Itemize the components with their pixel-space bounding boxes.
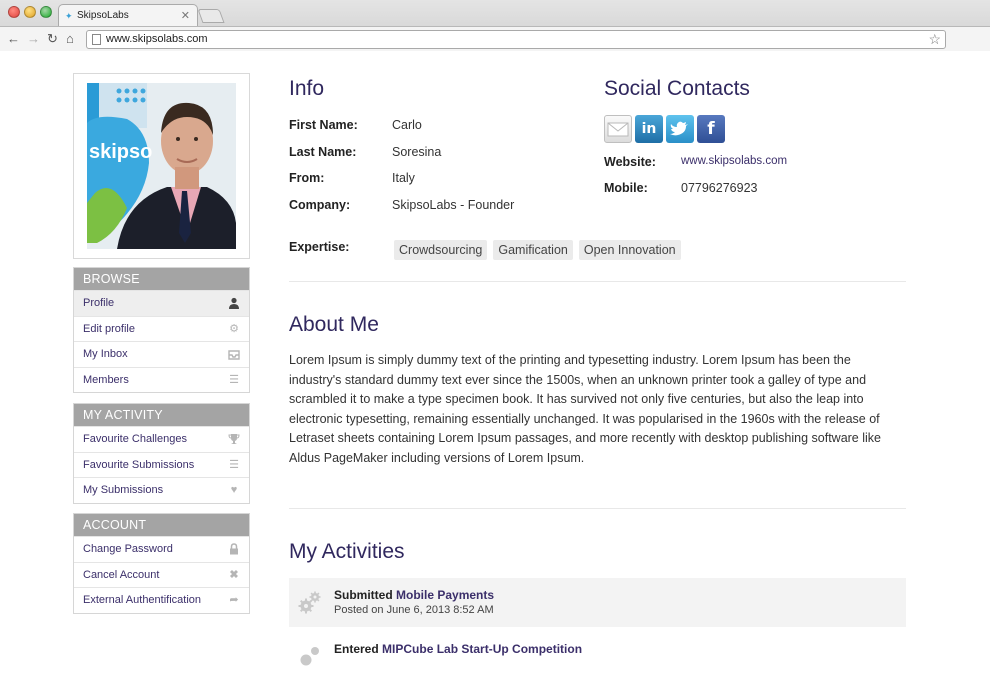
sidebar-item-cancel-account[interactable]: Cancel Account ✖ [74, 561, 249, 588]
browser-toolbar: ← → ↻ ⌂ www.skipsolabs.com ☆ [0, 26, 990, 51]
sidebar-item-inbox[interactable]: My Inbox [74, 341, 249, 367]
sidebar-item-external-authentification[interactable]: External Authentification ➦ [74, 587, 249, 613]
heart-icon: ♥ [230, 484, 238, 496]
list-icon: ☰ [229, 373, 239, 386]
lock-icon [228, 543, 240, 555]
company-label: Company: [289, 198, 351, 212]
sidebar-item-label: Edit profile [83, 322, 135, 335]
arrow-icon: ➦ [229, 594, 239, 606]
info-heading: Info [289, 77, 325, 100]
expertise-label: Expertise: [289, 240, 350, 254]
section-divider [289, 281, 906, 282]
section-divider [289, 508, 906, 509]
favicon-icon: ✦ [65, 11, 73, 21]
sidebar-item-label: External Authentification [83, 594, 202, 606]
sidebar-item-favourite-challenges[interactable]: Favourite Challenges [74, 426, 249, 452]
activity-item[interactable]: Submitted Mobile Payments Posted on June… [289, 578, 906, 627]
social-icons: in f [604, 115, 725, 143]
sidebar-heading: BROWSE [74, 268, 249, 290]
linkedin-icon[interactable]: in [635, 115, 663, 143]
first-name-value: Carlo [392, 118, 422, 132]
bookmark-star-icon[interactable]: ☆ [928, 31, 941, 48]
sidebar-item-edit-profile[interactable]: Edit profile ⚙ [74, 315, 249, 342]
photo-banner-text: skipso [89, 141, 152, 163]
browser-tab[interactable]: ✦ SkipsoLabs ✕ [58, 4, 198, 26]
window-controls [8, 6, 52, 18]
sidebar-item-label: Profile [83, 297, 115, 309]
back-arrow-icon[interactable]: ← [7, 31, 20, 47]
forward-arrow-icon[interactable]: → [27, 31, 40, 47]
profile-page: skipso BROWSE Profile Edit profile ⚙ My … [0, 52, 990, 681]
trophy-icon [228, 433, 240, 445]
last-name-label: Last Name: [289, 145, 357, 159]
activity-verb: Submitted [334, 588, 393, 602]
activity-verb: Entered [334, 642, 379, 656]
sidebar-item-label: Favourite Challenges [83, 433, 187, 445]
activity-title: Entered MIPCube Lab Start-Up Competition [334, 642, 582, 656]
expertise-tag[interactable]: Gamification [493, 240, 573, 260]
user-icon [228, 297, 240, 309]
gears-icon [298, 591, 321, 614]
mobile-label: Mobile: [604, 181, 648, 195]
twitter-icon[interactable] [666, 115, 694, 143]
sidebar-item-profile[interactable]: Profile [74, 290, 249, 316]
activity-title: Submitted Mobile Payments [334, 588, 494, 602]
gear-icon: ⚙ [229, 322, 239, 335]
list-icon: ☰ [229, 458, 239, 471]
about-me-text: Lorem Ipsum is simply dummy text of the … [289, 353, 881, 465]
sidebar-item-my-submissions[interactable]: My Submissions ♥ [74, 477, 249, 503]
social-contacts-heading: Social Contacts [604, 77, 750, 100]
sidebar-item-label: Cancel Account [83, 568, 160, 581]
home-icon[interactable]: ⌂ [66, 31, 74, 47]
website-label: Website: [604, 155, 656, 169]
company-value: SkipsoLabs - Founder [392, 198, 515, 212]
first-name-label: First Name: [289, 118, 358, 132]
sidebar-browse: BROWSE Profile Edit profile ⚙ My Inbox M… [73, 267, 250, 393]
facebook-icon[interactable]: f [697, 115, 725, 143]
sidebar-item-label: Favourite Submissions [83, 458, 195, 471]
activity-link[interactable]: Mobile Payments [396, 588, 494, 602]
sidebar-item-change-password[interactable]: Change Password [74, 536, 249, 562]
sidebar-item-members[interactable]: Members ☰ [74, 366, 249, 393]
inbox-icon [228, 348, 240, 360]
reload-icon[interactable]: ↻ [47, 31, 58, 47]
tab-title: SkipsoLabs [77, 10, 129, 21]
about-me-heading: About Me [289, 313, 379, 336]
tab-close-icon[interactable]: ✕ [181, 9, 190, 22]
expertise-tag[interactable]: Crowdsourcing [394, 240, 488, 260]
close-window-button[interactable] [8, 6, 20, 18]
sidebar-my-activity: MY ACTIVITY Favourite Challenges Favouri… [73, 403, 250, 504]
sidebar-item-label: My Submissions [83, 484, 164, 496]
sidebar-heading: ACCOUNT [74, 514, 249, 536]
website-link[interactable]: www.skipsolabs.com [681, 155, 787, 167]
activity-date: Posted on June 6, 2013 8:52 AM [334, 604, 494, 616]
from-label: From: [289, 171, 325, 185]
profile-photo-frame: skipso [73, 73, 250, 259]
minimize-window-button[interactable] [24, 6, 36, 18]
page-icon [92, 34, 101, 45]
from-value: Italy [392, 171, 415, 185]
activity-link[interactable]: MIPCube Lab Start-Up Competition [382, 642, 582, 656]
mobile-value: 07796276923 [681, 181, 758, 195]
email-icon[interactable] [604, 115, 632, 143]
my-activities-heading: My Activities [289, 540, 405, 563]
last-name-value: Soresina [392, 145, 442, 159]
sidebar-item-label: Members [83, 373, 129, 386]
sidebar-item-favourite-submissions[interactable]: Favourite Submissions ☰ [74, 451, 249, 478]
url-text: www.skipsolabs.com [106, 33, 208, 45]
profile-photo: skipso [87, 83, 236, 249]
expertise-tag[interactable]: Open Innovation [578, 240, 681, 260]
expertise-tags: Crowdsourcing Gamification Open Innovati… [394, 240, 687, 260]
sidebar-item-label: My Inbox [83, 348, 128, 360]
browser-chrome: ✦ SkipsoLabs ✕ ← → ↻ ⌂ www.skipsolabs.co… [0, 0, 990, 51]
activity-item[interactable]: Entered MIPCube Lab Start-Up Competition [289, 632, 906, 681]
sidebar-item-label: Change Password [83, 543, 173, 555]
sidebar-heading: MY ACTIVITY [74, 404, 249, 426]
zoom-window-button[interactable] [40, 6, 52, 18]
sidebar-account: ACCOUNT Change Password Cancel Account ✖… [73, 513, 250, 614]
address-bar[interactable]: www.skipsolabs.com ☆ [86, 30, 946, 49]
x-icon: ✖ [229, 568, 239, 581]
new-tab-button[interactable] [197, 9, 225, 23]
